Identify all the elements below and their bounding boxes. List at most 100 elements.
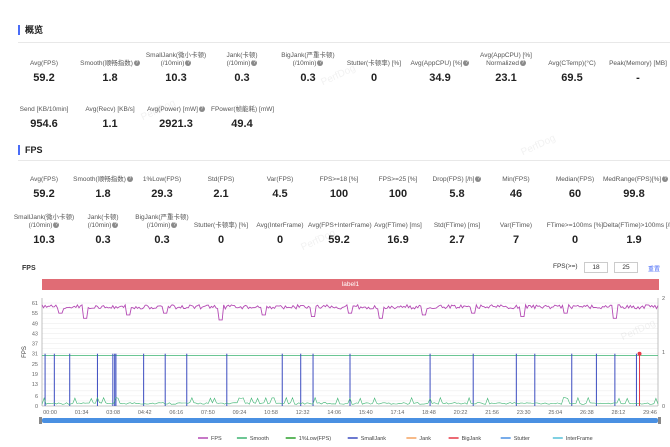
y-tick-label: 55 — [32, 311, 38, 317]
metric-value: 60 — [568, 188, 582, 200]
time-scrollbar[interactable] — [42, 418, 658, 423]
label-bar: label1 — [42, 279, 659, 290]
overview-divider — [18, 42, 670, 43]
fps-metric: Stutter(卡顿率) [%] 0 — [190, 214, 252, 246]
metric-label: Avg(Recv) [KB/s] — [85, 106, 135, 113]
metric-value: 49.4 — [231, 118, 253, 130]
metric-value: 59.2 — [328, 234, 350, 246]
help-icon[interactable]: ? — [112, 222, 119, 229]
fps-metric: BigJank(严重卡顿) (/10min)? 0.3 — [131, 214, 193, 246]
help-icon[interactable]: ? — [198, 106, 205, 113]
overview-metric: Avg(AppCPU) [%]? 34.9 — [409, 52, 471, 84]
help-icon[interactable]: ? — [53, 222, 60, 229]
watermark: PerfDog — [519, 132, 558, 159]
help-icon[interactable]: ? — [171, 222, 178, 229]
y-axis-label: FPS — [22, 346, 28, 358]
fps-range-high-input[interactable] — [614, 262, 638, 273]
fps-metric: SmallJank(微小卡顿) (/10min)? 10.3 — [13, 214, 75, 246]
y-tick-label: 6 — [35, 394, 38, 400]
help-icon[interactable]: ? — [519, 60, 526, 67]
overview-metric: Smooth(顺畅指数)? 1.8 — [79, 52, 141, 84]
y2-tick-label: 1 — [662, 350, 665, 356]
help-icon[interactable]: ? — [185, 60, 192, 67]
metric-label: Avg(AppCPU) [%]? — [410, 60, 470, 67]
metric-value: 0.3 — [234, 72, 250, 84]
chart-title: FPS — [22, 265, 36, 272]
metric-label: Var(FTime) — [499, 222, 533, 229]
metric-value: 10.3 — [33, 234, 55, 246]
metric-value: 100 — [388, 188, 408, 200]
x-tick-label: 07:50 — [201, 410, 215, 416]
fps-metric: Avg(InterFrame) 0 — [249, 214, 311, 246]
metric-value: 99.8 — [623, 188, 645, 200]
overview-metric: Avg(Power) [mW]? 2921.3 — [145, 98, 207, 130]
metric-value: 0.3 — [154, 234, 170, 246]
metric-value: 1.1 — [102, 118, 118, 130]
fps-metric: FPS>=25 [%] 100 — [367, 168, 429, 200]
metric-value: 954.6 — [30, 118, 58, 130]
fps-range-label: FPS(>=) — [553, 263, 578, 270]
metric-label: Send [KB/10min] — [19, 106, 69, 113]
help-icon[interactable]: ? — [133, 60, 140, 67]
metric-label: Smooth(顺畅指数)? — [73, 176, 133, 183]
overview-metric: Stutter(卡顿率) [%] 0 — [343, 52, 405, 84]
reset-link[interactable]: 重置 — [648, 264, 660, 273]
legend-label: Jank — [419, 436, 431, 442]
x-tick-label: 09:24 — [233, 410, 247, 416]
metric-value: 0 — [370, 72, 378, 84]
overview-metric: BigJank(严重卡顿) (/10min)? 0.3 — [277, 52, 339, 84]
overview-metric: Avg(Recv) [KB/s] 1.1 — [79, 98, 141, 130]
fps-metric: 1%Low(FPS) 29.3 — [131, 168, 193, 200]
metric-label: FTime>=100ms [%] — [546, 222, 604, 229]
x-tick-label: 10:58 — [264, 410, 278, 416]
fps-range-low-input[interactable] — [584, 262, 608, 273]
legend-label: FPS — [211, 436, 222, 442]
overview-metric: Jank(卡顿) (/10min)? 0.3 — [211, 52, 273, 84]
help-icon[interactable]: ? — [317, 60, 324, 67]
x-tick-label: 03:08 — [106, 410, 120, 416]
metric-label: BigJank(严重卡顿) (/10min)? — [135, 214, 189, 229]
legend-label: BigJank — [462, 436, 482, 442]
metric-label: Avg(FPS+InterFrame) — [308, 222, 372, 229]
metric-value: 0 — [571, 234, 579, 246]
help-icon[interactable]: ? — [251, 60, 258, 67]
overview-metric: Avg(FPS) 59.2 — [13, 52, 75, 84]
metric-value: 59.2 — [33, 188, 55, 200]
scrollbar-handle-left[interactable] — [39, 417, 42, 424]
metric-label: Avg(CTemp)(°C) — [548, 60, 596, 67]
metric-label: Avg(Power) [mW]? — [147, 106, 205, 113]
x-tick-label: 29:46 — [643, 410, 657, 416]
fps-metric: Var(FTime) 7 — [485, 214, 547, 246]
y-tick-label: 19 — [32, 372, 38, 378]
fps-metric: MedRange(FPS)[%]? 99.8 — [603, 168, 669, 200]
x-tick-label: 21:56 — [485, 410, 499, 416]
metric-label: Avg(FPS) — [29, 60, 59, 67]
x-tick-label: 17:14 — [390, 410, 404, 416]
metric-value: 23.1 — [495, 72, 517, 84]
help-icon[interactable]: ? — [662, 176, 669, 183]
x-tick-label: 15:40 — [359, 410, 373, 416]
fps-metric: Min(FPS) 46 — [485, 168, 547, 200]
y-tick-label: 31 — [32, 352, 38, 358]
scrollbar-handle-right[interactable] — [658, 417, 661, 424]
x-tick-label: 26:38 — [580, 410, 594, 416]
metric-label: Avg(FTime) [ms] — [374, 222, 422, 229]
fps-metric: Delta(FTime)>100ms [/h]? 1.9 — [603, 214, 670, 246]
metric-label: Drop(FPS) [/h]? — [432, 176, 482, 183]
metric-value: 34.9 — [429, 72, 451, 84]
help-icon[interactable]: ? — [463, 60, 470, 67]
help-icon[interactable]: ? — [475, 176, 482, 183]
legend-label: SmallJank — [361, 436, 387, 442]
y2-tick-label: 0 — [662, 404, 665, 410]
overview-metric: FPower(帧能耗) [mW] 49.4 — [211, 98, 274, 130]
fps-metric: Avg(FPS+InterFrame) 59.2 — [308, 214, 372, 246]
metric-value: - — [636, 72, 640, 84]
metric-label: FPS>=18 [%] — [319, 176, 359, 183]
metric-value: 2.7 — [449, 234, 465, 246]
x-tick-label: 23:30 — [517, 410, 531, 416]
metric-value: 1.9 — [626, 234, 642, 246]
metric-value: 69.5 — [561, 72, 583, 84]
overview-metric: Avg(CTemp)(°C) 69.5 — [541, 52, 603, 84]
metric-value: 1.8 — [102, 72, 118, 84]
metric-label: Var(FPS) — [266, 176, 294, 183]
